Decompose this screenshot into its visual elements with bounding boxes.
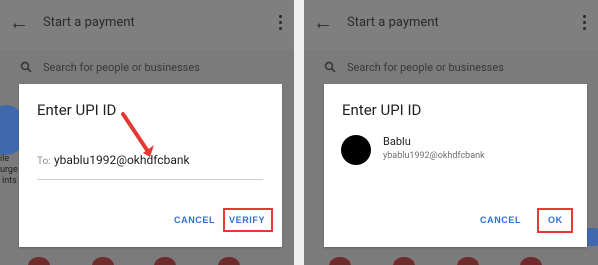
search-input[interactable]: Search for people or businesses: [14, 55, 284, 80]
search-icon: [324, 61, 336, 73]
dialog-title: Enter UPI ID: [37, 101, 117, 119]
left-screen: ← Start a payment Search for people or b…: [0, 0, 294, 265]
search-placeholder: Search for people or businesses: [347, 61, 504, 74]
contact-upi-id: ybablu1992@okhdfcbank: [383, 151, 485, 161]
app-bar-title: Start a payment: [43, 15, 135, 30]
upi-id-dialog: Enter UPI ID To: ybablu1992@okhdfcbank C…: [19, 84, 282, 247]
more-options-icon[interactable]: [274, 12, 286, 32]
upi-id-field[interactable]: To: ybablu1992@okhdfcbank: [37, 152, 263, 180]
contact-name: Bablu: [383, 135, 411, 148]
cancel-button[interactable]: CANCEL: [174, 215, 215, 225]
upi-id-dialog: Enter UPI ID Bablu ybablu1992@okhdfcbank…: [324, 84, 587, 247]
search-icon: [20, 61, 32, 73]
side-text: urge: [0, 165, 18, 175]
dialog-title: Enter UPI ID: [342, 101, 422, 119]
right-screen: ← Start a payment Search for people or b…: [304, 0, 598, 265]
back-arrow-icon[interactable]: ←: [313, 12, 333, 32]
input-prefix: To:: [37, 156, 51, 167]
more-options-icon[interactable]: [578, 12, 590, 32]
screens-divider: [294, 0, 304, 265]
verify-button[interactable]: VERIFY: [229, 215, 265, 225]
ok-button[interactable]: OK: [548, 215, 563, 225]
back-arrow-icon[interactable]: ←: [9, 12, 29, 32]
app-bar-title: Start a payment: [347, 15, 439, 30]
search-input[interactable]: Search for people or businesses: [318, 55, 588, 80]
side-text: ile: [0, 154, 10, 164]
upi-id-value: ybablu1992@okhdfcbank: [54, 153, 190, 167]
cancel-button[interactable]: CANCEL: [480, 215, 521, 225]
search-placeholder: Search for people or businesses: [43, 61, 200, 74]
side-text: ints: [2, 176, 17, 186]
contact-avatar: [341, 135, 371, 165]
